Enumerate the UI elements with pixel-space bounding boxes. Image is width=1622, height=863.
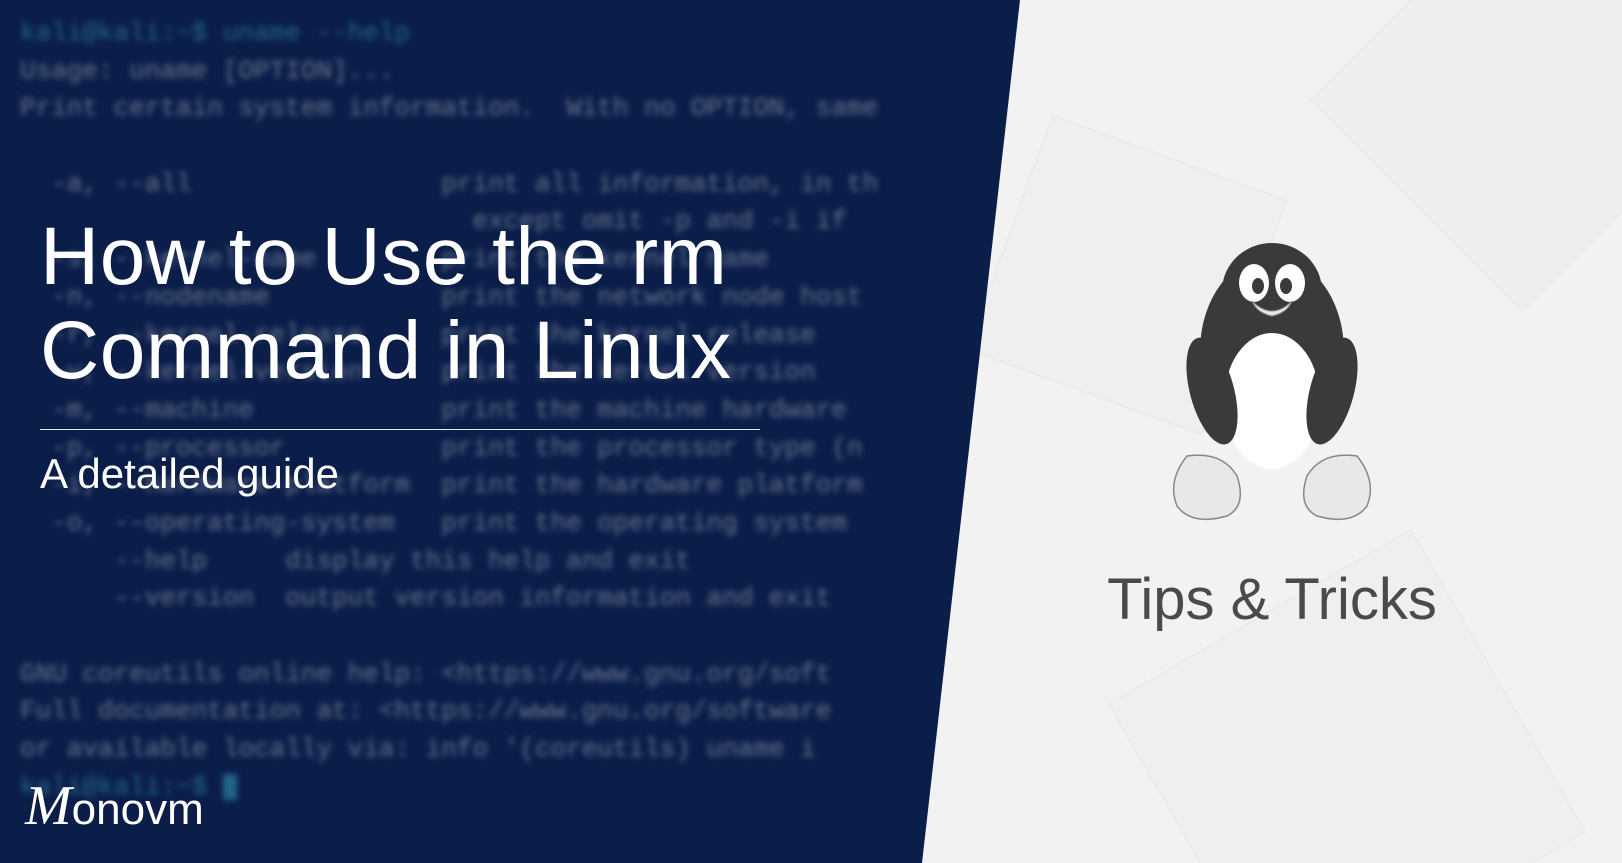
tips-tricks-label: Tips & Tricks <box>1107 566 1437 633</box>
title-line-1: How to Use the rm <box>40 210 760 304</box>
terminal-line: Full documentation at: <https://www.gnu.… <box>20 696 831 726</box>
main-title: How to Use the rm Command in Linux <box>40 210 760 399</box>
terminal-line: Print certain system information. With n… <box>20 93 878 123</box>
title-block: How to Use the rm Command in Linux A det… <box>40 210 760 498</box>
title-line-2: Command in Linux <box>40 304 760 398</box>
terminal-line: GNU coreutils online help: <https://www.… <box>20 659 831 689</box>
terminal-line: -o, --operating-system print the operati… <box>20 508 847 538</box>
monovm-logo: Monovm <box>25 774 204 838</box>
logo-m-glyph: M <box>25 774 72 838</box>
title-divider <box>40 429 760 430</box>
logo-text: onovm <box>72 785 204 835</box>
terminal-line: --version output version information and… <box>20 583 831 613</box>
terminal-line: or available locally via: info '(coreuti… <box>20 734 816 764</box>
terminal-line: Usage: uname [OPTION]... <box>20 56 394 86</box>
left-panel: kali@kali:~$ uname --help Usage: uname [… <box>0 0 1020 863</box>
terminal-line: -a, --all print all information, in th <box>20 169 878 199</box>
right-panel: Tips & Tricks <box>922 0 1622 863</box>
subtitle: A detailed guide <box>40 450 760 498</box>
cursor-block <box>223 774 237 800</box>
terminal-prompt: kali@kali:~$ uname --help <box>20 18 410 48</box>
terminal-line: --help display this help and exit <box>20 546 691 576</box>
tux-linux-icon <box>1142 231 1402 531</box>
banner-container: kali@kali:~$ uname --help Usage: uname [… <box>0 0 1622 863</box>
